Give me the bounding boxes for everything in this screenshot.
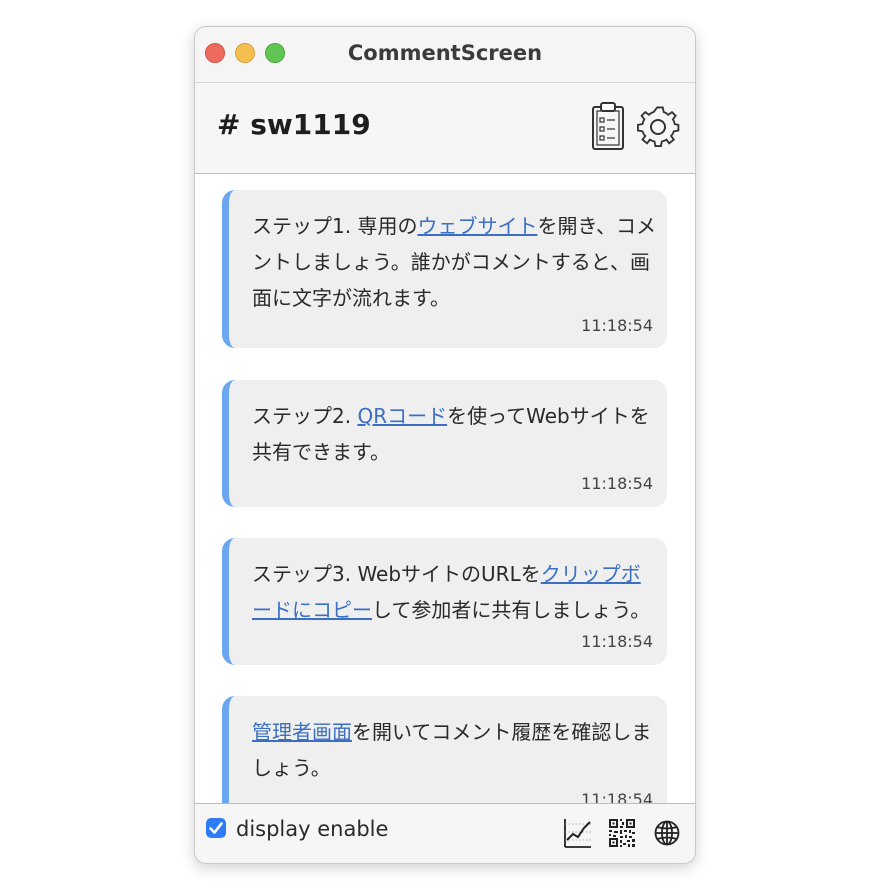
- settings-button[interactable]: [635, 101, 681, 153]
- comment-card: 管理者画面を開いてコメント履歴を確認しましょう。 11:18:54: [222, 696, 667, 803]
- comment-text: ステップ2. QRコードを使ってWebサイトを共有できます。: [252, 398, 657, 470]
- chart-button[interactable]: [562, 816, 592, 850]
- website-link[interactable]: ウェブサイト: [417, 214, 537, 238]
- chart-icon: [564, 819, 591, 848]
- comment-timestamp: 11:18:54: [581, 316, 653, 335]
- qr-code-icon: [609, 819, 635, 847]
- comment-text-part: ステップ2.: [252, 404, 358, 428]
- admin-page-link[interactable]: 管理者画面: [252, 720, 352, 744]
- qr-code-link[interactable]: QRコード: [357, 404, 447, 428]
- display-enable-label[interactable]: display enable: [236, 817, 388, 841]
- clipboard-icon: [592, 102, 624, 150]
- title-bar[interactable]: CommentScreen: [195, 27, 695, 83]
- app-window: CommentScreen # sw1119 ステップ1. 専用のウェブサイトを…: [194, 26, 696, 864]
- display-enable-checkbox[interactable]: [206, 818, 226, 838]
- comment-feed[interactable]: ステップ1. 専用のウェブサイトを開き、コメントしましょう。誰かがコメントすると…: [195, 174, 695, 803]
- comment-card: ステップ2. QRコードを使ってWebサイトを共有できます。 11:18:54: [222, 380, 667, 507]
- comment-text: ステップ3. WebサイトのURLをクリップボードにコピーして参加者に共有しまし…: [252, 556, 657, 628]
- comment-timestamp: 11:18:54: [581, 790, 653, 803]
- globe-icon: [654, 820, 680, 846]
- footer-bar: display enable: [195, 803, 695, 863]
- channel-header: # sw1119: [195, 83, 695, 174]
- checkmark-icon: [209, 822, 223, 834]
- gear-icon: [636, 106, 680, 148]
- comment-text: 管理者画面を開いてコメント履歴を確認しましょう。: [252, 714, 657, 786]
- clipboard-button[interactable]: [585, 101, 631, 153]
- comment-text-part: ステップ3. WebサイトのURLを: [252, 562, 541, 586]
- comment-text-part: ステップ1. 専用の: [252, 214, 418, 238]
- comment-timestamp: 11:18:54: [581, 474, 653, 493]
- channel-name: # sw1119: [217, 108, 371, 141]
- comment-text-part: して参加者に共有しましょう。: [372, 598, 651, 622]
- comment-timestamp: 11:18:54: [581, 632, 653, 651]
- comment-text: ステップ1. 専用のウェブサイトを開き、コメントしましょう。誰かがコメントすると…: [252, 208, 657, 316]
- window-title: CommentScreen: [347, 41, 543, 65]
- globe-button[interactable]: [652, 816, 682, 850]
- comment-card: ステップ3. WebサイトのURLをクリップボードにコピーして参加者に共有しまし…: [222, 538, 667, 665]
- comment-card: ステップ1. 専用のウェブサイトを開き、コメントしましょう。誰かがコメントすると…: [222, 190, 667, 348]
- qr-code-button[interactable]: [607, 816, 637, 850]
